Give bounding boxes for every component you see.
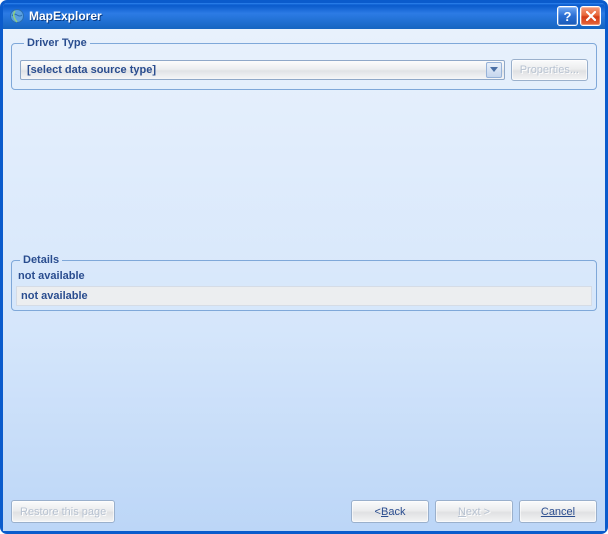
combo-dropdown-button[interactable] [486,62,502,78]
help-icon: ? [564,10,572,23]
details-line-1: not available [16,268,592,284]
app-icon [9,8,25,24]
next-button[interactable]: Next > [435,500,513,523]
flex-spacer [11,317,597,494]
driver-row: [select data source type] Properties... [20,59,588,81]
details-line-2: not available [16,286,592,306]
back-button[interactable]: < Back [351,500,429,523]
titlebar: MapExplorer ? [3,3,605,29]
details-legend: Details [20,254,62,266]
content-spacer [11,96,597,254]
driver-type-combo[interactable]: [select data source type] [20,60,505,80]
restore-page-button[interactable]: Restore this page [11,500,115,523]
close-icon [586,11,596,21]
help-button[interactable]: ? [557,6,578,26]
driver-type-value: [select data source type] [27,64,486,76]
properties-button[interactable]: Properties... [511,59,588,81]
client-area: Driver Type [select data source type] Pr… [3,29,605,531]
chevron-down-icon [490,67,498,73]
driver-type-legend: Driver Type [24,37,90,49]
wizard-footer: Restore this page < Back Next > Cancel [11,494,597,523]
close-button[interactable] [580,6,601,26]
window-title: MapExplorer [29,9,555,23]
dialog-window: MapExplorer ? Driver Type [select data s… [0,0,608,534]
details-group: Details not available not available [11,254,597,311]
cancel-button[interactable]: Cancel [519,500,597,523]
driver-type-group: Driver Type [select data source type] Pr… [11,37,597,90]
